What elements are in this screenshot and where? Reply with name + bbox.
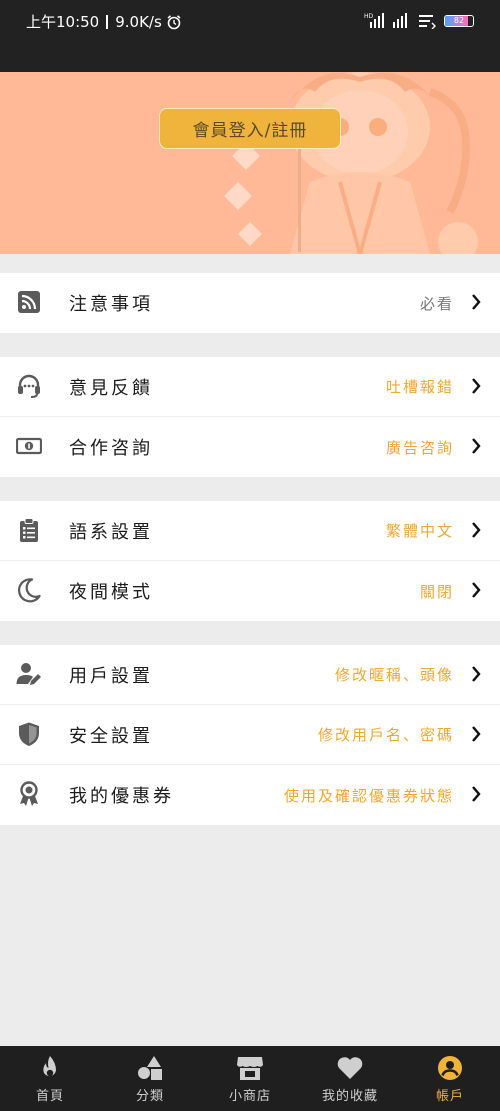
status-left: 上午10:50 9.0K/s [26,11,182,32]
chevron-right-icon [472,522,481,538]
menu-value-cooperation: 廣告咨詢 [385,438,454,457]
bottom-nav: 首頁 分類 小商店 我的收藏 帳戶 [0,1046,500,1111]
fire-icon [43,1056,56,1077]
account-icon [438,1056,462,1080]
chevron-right-icon [472,726,481,742]
headset-icon [18,374,40,398]
nav-item-home[interactable]: 首頁 [0,1046,100,1111]
store-icon [237,1057,263,1080]
status-bar: 上午10:50 9.0K/s HD 82 [0,0,500,72]
battery-level: 82 [453,16,465,25]
menu-value-coupons: 使用及確認優惠券狀態 [283,786,454,805]
status-right: HD 82 [364,12,474,30]
menu-label-coupons: 我的優惠券 [69,786,174,807]
menu-item-cooperation[interactable]: 合作咨詢 廣告咨詢 [0,417,500,477]
menu-item-coupons[interactable]: 我的優惠券 使用及確認優惠券狀態 [0,765,500,825]
nav-item-account[interactable]: 帳戶 [400,1046,500,1111]
menu-label-cooperation: 合作咨詢 [69,438,153,459]
menu-value-language: 繁體中文 [385,522,454,540]
wifi-icon [419,15,436,29]
menu-item-night-mode[interactable]: 夜間模式 關閉 [0,561,500,621]
award-icon [20,781,38,806]
menu-value-notice: 必看 [419,294,454,313]
mascot-illustration [224,72,478,254]
menu-item-user-settings[interactable]: 用戶設置 修改暱稱、頭像 [0,645,500,705]
menu-group-preferences: 語系設置 繁體中文 夜間模式 關閉 [0,501,500,621]
nav-label-favorites: 我的收藏 [321,1089,378,1104]
chevron-right-icon [472,786,481,802]
menu-label-notice: 注意事項 [69,294,153,315]
svg-text:HD: HD [364,13,374,20]
signal-icon [393,13,407,28]
status-speed: 9.0K/s [115,12,162,31]
menu-label-language: 語系設置 [69,521,153,543]
status-time: 上午10:50 [26,13,100,31]
shapes-icon [138,1056,162,1080]
chevron-right-icon [472,294,481,310]
nav-label-home: 首頁 [35,1089,64,1104]
battery-indicator: 82 [444,15,474,27]
chevron-right-icon [472,438,481,454]
menu-item-notice[interactable]: 注意事項 必看 [0,273,500,333]
clipboard-icon [20,518,38,542]
menu-item-language[interactable]: 語系設置 繁體中文 [0,501,500,561]
menu-item-security[interactable]: 安全設置 修改用戶名、密碼 [0,705,500,765]
menu-label-security: 安全設置 [69,725,153,747]
menu-label-user-settings: 用戶設置 [69,665,153,687]
login-register-label: 會員登入/註冊 [192,121,308,141]
login-register-button[interactable]: 會員登入/註冊 [159,108,341,149]
alarm-icon [167,14,181,29]
menu-value-feedback: 吐槽報錯 [385,378,454,396]
nav-item-favorites[interactable]: 我的收藏 [300,1046,400,1111]
menu-label-night-mode: 夜間模式 [69,582,153,603]
menu-value-night-mode: 關閉 [419,582,454,601]
nav-item-categories[interactable]: 分類 [100,1046,200,1111]
menu-label-feedback: 意見反饋 [69,377,153,399]
menu-group-account: 用戶設置 修改暱稱、頭像 安全設置 修改用戶名、密碼 我的優惠券 使用及確認優惠… [0,645,500,825]
menu-item-feedback[interactable]: 意見反饋 吐槽報錯 [0,357,500,417]
rss-icon [18,291,40,313]
nav-label-account: 帳戶 [435,1089,464,1104]
heart-icon [337,1057,363,1079]
chevron-right-icon [472,378,481,394]
status-divider [106,14,109,29]
menu-group-notice: 注意事項 必看 [0,273,500,333]
nav-label-shop: 小商店 [228,1089,271,1104]
hd-signal-icon: HD [364,13,384,28]
money-icon [16,437,42,455]
chevron-right-icon [472,666,481,682]
menu-value-user-settings: 修改暱稱、頭像 [334,666,454,684]
menu-group-feedback: 意見反饋 吐槽報錯 合作咨詢 廣告咨詢 [0,357,500,477]
chevron-right-icon [472,582,481,598]
user-edit-icon [16,663,41,685]
menu-value-security: 修改用戶名、密碼 [317,726,454,744]
nav-label-categories: 分類 [135,1089,164,1104]
profile-header: 會員登入/註冊 [0,72,500,254]
shield-icon [19,722,39,746]
moon-icon [17,578,41,603]
nav-item-shop[interactable]: 小商店 [200,1046,300,1111]
